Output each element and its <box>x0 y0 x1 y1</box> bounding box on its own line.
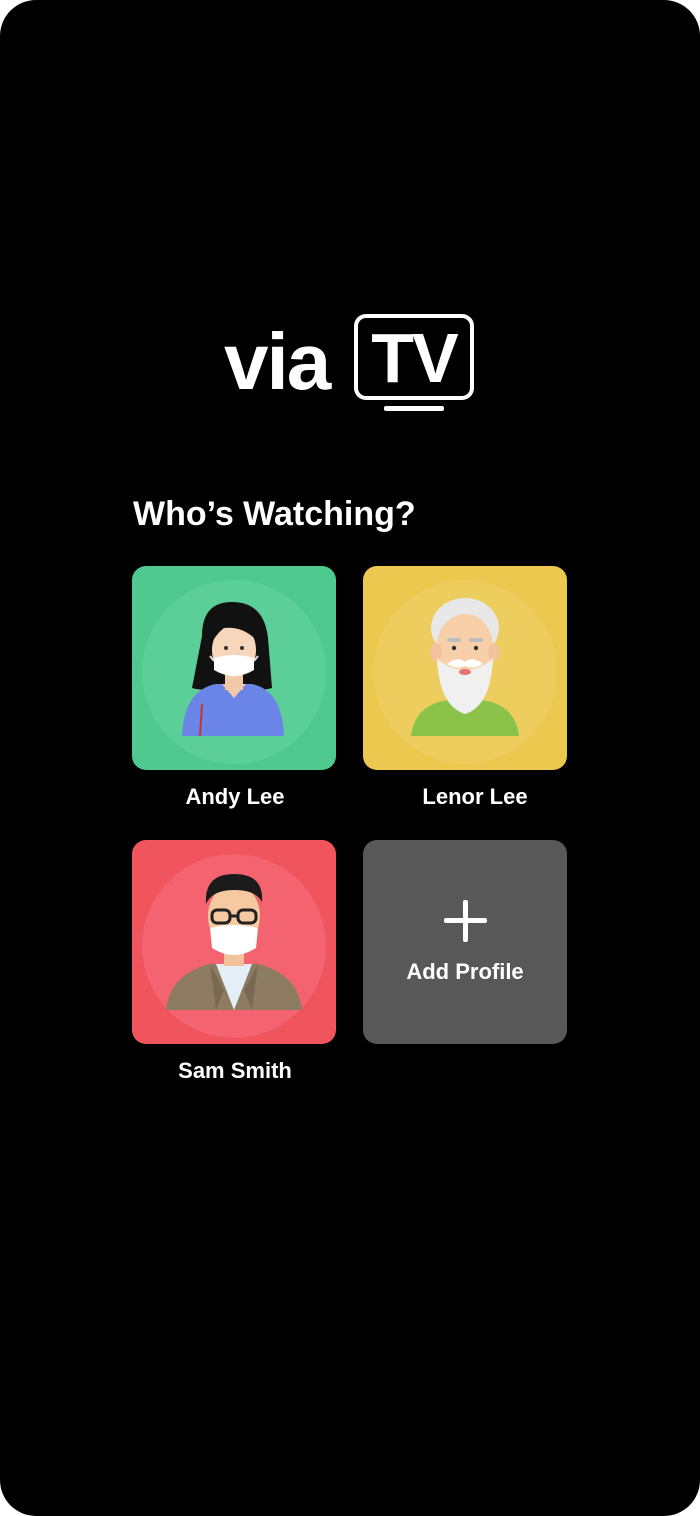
man-with-glasses-and-mask-avatar <box>142 854 326 1038</box>
profile-tile-lenor-lee[interactable] <box>363 566 567 770</box>
old-man-with-beard-avatar <box>373 580 557 764</box>
profile-name-lenor-lee[interactable]: Lenor Lee <box>373 783 577 811</box>
viatv-logo: via TV <box>224 314 476 414</box>
profile-name-andy-lee[interactable]: Andy Lee <box>133 783 337 811</box>
screen: via TV Who’s Watching? Andy Lee Lenor Le… <box>0 0 700 1516</box>
profile-tile-sam-smith[interactable] <box>132 840 336 1044</box>
add-profile-button[interactable]: Add Profile <box>363 840 567 1044</box>
profile-tile-andy-lee[interactable] <box>132 566 336 770</box>
logo-tv-text: TV <box>371 319 458 397</box>
woman-with-mask-avatar <box>142 580 326 764</box>
add-profile-label: Add Profile <box>406 959 524 984</box>
plus-icon <box>363 898 567 944</box>
logo-via-text: via <box>224 317 331 406</box>
profile-name-sam-smith[interactable]: Sam Smith <box>133 1057 337 1085</box>
page-title: Who’s Watching? <box>133 495 416 533</box>
